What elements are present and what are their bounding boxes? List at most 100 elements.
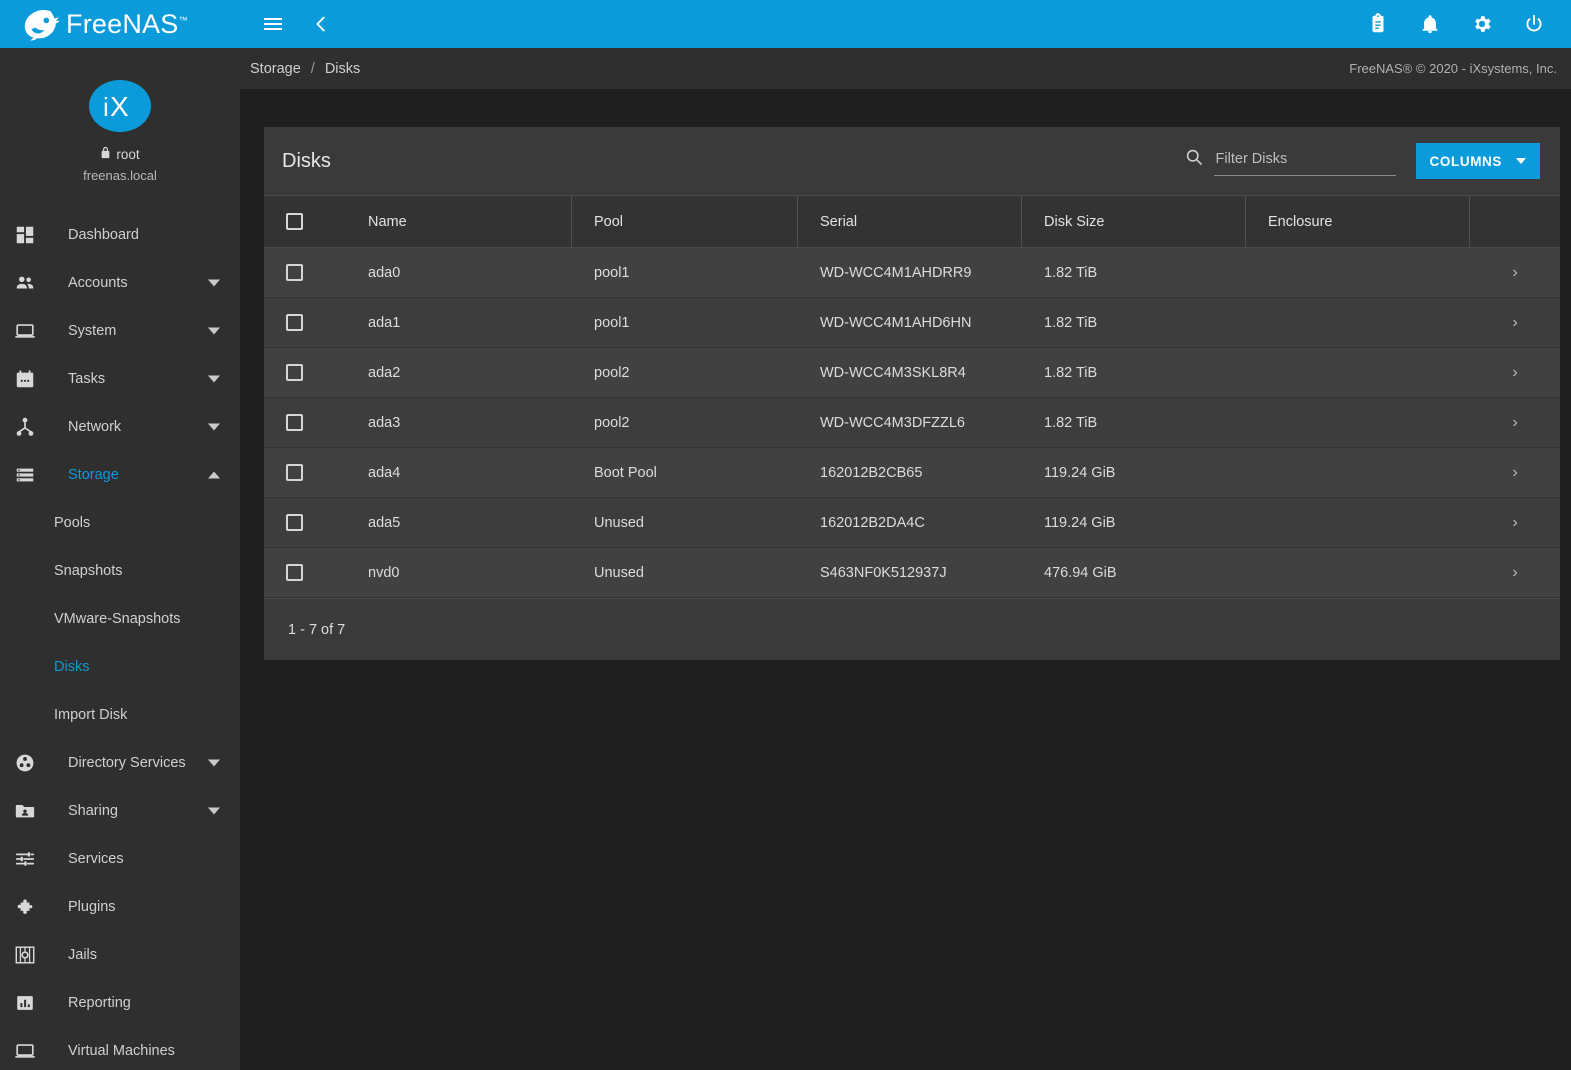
breadcrumb-item-storage[interactable]: Storage <box>250 61 301 77</box>
column-header-enclosure[interactable]: Enclosure <box>1246 195 1470 248</box>
tasks-calendar-icon <box>14 366 48 392</box>
table-header-row: Name Pool Serial Disk Size Enclosure <box>264 195 1560 248</box>
user-name-row: root <box>100 146 139 162</box>
table-row[interactable]: ada4Boot Pool162012B2CB65119.24 GiB› <box>264 448 1560 498</box>
row-checkbox[interactable] <box>286 464 303 481</box>
sidebar-item-storage[interactable]: Storage <box>0 451 240 499</box>
sidebar-item-dashboard[interactable]: Dashboard <box>0 211 240 259</box>
sidebar-item-snapshots[interactable]: Snapshots <box>0 547 240 595</box>
chevron-up-icon[interactable] <box>208 472 220 479</box>
sidebar-item-label: Dashboard <box>68 227 139 243</box>
chevron-down-icon[interactable] <box>208 760 220 767</box>
row-checkbox[interactable] <box>286 314 303 331</box>
power-icon[interactable] <box>1521 11 1547 37</box>
cell-name: ada0 <box>324 248 572 298</box>
sidebar-item-label: Directory Services <box>68 755 186 771</box>
system-laptop-icon <box>14 318 48 344</box>
sidebar-item-accounts[interactable]: Accounts <box>0 259 240 307</box>
cell-enclosure <box>1246 498 1470 548</box>
column-header-pool[interactable]: Pool <box>572 195 798 248</box>
sidebar-item-import-disk[interactable]: Import Disk <box>0 691 240 739</box>
cell-serial: WD-WCC4M1AHD6HN <box>798 298 1022 348</box>
user-profile-block: i X root freenas.local <box>0 48 240 201</box>
cell-name: ada5 <box>324 498 572 548</box>
sidebar-item-directory-services[interactable]: Directory Services <box>0 739 240 787</box>
card-header: Disks COLUMNS <box>264 127 1560 195</box>
lock-icon <box>100 146 111 162</box>
notifications-bell-icon[interactable] <box>1417 11 1443 37</box>
row-checkbox[interactable] <box>286 364 303 381</box>
cell-pool: pool2 <box>572 348 798 398</box>
chevron-down-icon[interactable] <box>208 376 220 383</box>
sidebar-item-jails[interactable]: Jails <box>0 931 240 979</box>
chevron-right-icon[interactable]: › <box>1470 448 1560 498</box>
topbar-right-controls <box>1365 11 1547 37</box>
sidebar-item-pools[interactable]: Pools <box>0 499 240 547</box>
sidebar-item-services[interactable]: Services <box>0 835 240 883</box>
breadcrumb-bar: Storage / Disks FreeNAS® © 2020 - iXsyst… <box>240 48 1571 89</box>
table-row[interactable]: ada0pool1WD-WCC4M1AHDRR91.82 TiB› <box>264 248 1560 298</box>
sidebar-item-vmware-snapshots[interactable]: VMware-Snapshots <box>0 595 240 643</box>
sidebar-item-system[interactable]: System <box>0 307 240 355</box>
columns-button[interactable]: COLUMNS <box>1416 143 1540 179</box>
reporting-chart-icon <box>14 990 48 1016</box>
chevron-down-icon[interactable] <box>208 808 220 815</box>
chevron-right-icon[interactable]: › <box>1470 248 1560 298</box>
column-header-name[interactable]: Name <box>324 195 572 248</box>
cell-pool: pool1 <box>572 248 798 298</box>
row-checkbox[interactable] <box>286 264 303 281</box>
sidebar-item-label: System <box>68 323 116 339</box>
chevron-right-icon[interactable]: › <box>1470 548 1560 598</box>
table-row[interactable]: ada5Unused162012B2DA4C119.24 GiB› <box>264 498 1560 548</box>
table-row[interactable]: ada3pool2WD-WCC4M3DFZZL61.82 TiB› <box>264 398 1560 448</box>
sidebar-item-label: Sharing <box>68 803 118 819</box>
chevron-right-icon[interactable]: › <box>1470 498 1560 548</box>
cell-serial: WD-WCC4M3DFZZL6 <box>798 398 1022 448</box>
row-checkbox[interactable] <box>286 514 303 531</box>
column-header-disk-size[interactable]: Disk Size <box>1022 195 1246 248</box>
table-row[interactable]: ada1pool1WD-WCC4M1AHD6HN1.82 TiB› <box>264 298 1560 348</box>
chevron-right-icon[interactable]: › <box>1470 348 1560 398</box>
chevron-right-icon[interactable]: › <box>1470 398 1560 448</box>
sidebar-item-disks[interactable]: Disks <box>0 643 240 691</box>
hamburger-menu-icon[interactable] <box>260 11 286 37</box>
sidebar-item-label: Virtual Machines <box>68 1043 175 1059</box>
row-select-cell <box>264 248 324 298</box>
page-title: Disks <box>282 150 331 173</box>
search-input[interactable] <box>1214 148 1396 176</box>
sidebar-item-sharing[interactable]: Sharing <box>0 787 240 835</box>
tasks-clipboard-icon[interactable] <box>1365 11 1391 37</box>
column-header-expand <box>1470 195 1560 248</box>
row-select-cell <box>264 498 324 548</box>
breadcrumb-separator: / <box>311 61 315 77</box>
table-row[interactable]: ada2pool2WD-WCC4M3SKL8R41.82 TiB› <box>264 348 1560 398</box>
cell-enclosure <box>1246 298 1470 348</box>
cell-enclosure <box>1246 248 1470 298</box>
cell-serial: 162012B2CB65 <box>798 448 1022 498</box>
topbar-left-controls <box>260 11 334 37</box>
chevron-down-icon[interactable] <box>208 280 220 287</box>
cell-enclosure <box>1246 348 1470 398</box>
chevron-right-icon[interactable]: › <box>1470 298 1560 348</box>
sidebar-item-network[interactable]: Network <box>0 403 240 451</box>
table-row[interactable]: nvd0UnusedS463NF0K512937J476.94 GiB› <box>264 548 1560 598</box>
row-checkbox[interactable] <box>286 414 303 431</box>
virtual-machines-icon <box>14 1038 48 1064</box>
select-all-checkbox[interactable] <box>286 213 303 230</box>
settings-gear-icon[interactable] <box>1469 11 1495 37</box>
disks-table: Name Pool Serial Disk Size Enclosure ada… <box>264 195 1560 660</box>
chevron-down-icon[interactable] <box>208 328 220 335</box>
row-checkbox[interactable] <box>286 564 303 581</box>
sidebar-item-reporting[interactable]: Reporting <box>0 979 240 1027</box>
breadcrumb-item-disks[interactable]: Disks <box>325 61 360 77</box>
chevron-left-icon[interactable] <box>308 11 334 37</box>
sidebar-subitem-label: Pools <box>54 515 90 531</box>
sidebar-item-tasks[interactable]: Tasks <box>0 355 240 403</box>
column-header-serial[interactable]: Serial <box>798 195 1022 248</box>
sidebar-item-plugins[interactable]: Plugins <box>0 883 240 931</box>
brand-logo[interactable]: FreeNAS™ <box>0 0 240 48</box>
columns-button-label: COLUMNS <box>1430 154 1502 169</box>
sidebar-item-virtual-machines[interactable]: Virtual Machines <box>0 1027 240 1070</box>
chevron-down-icon[interactable] <box>208 424 220 431</box>
row-select-cell <box>264 298 324 348</box>
